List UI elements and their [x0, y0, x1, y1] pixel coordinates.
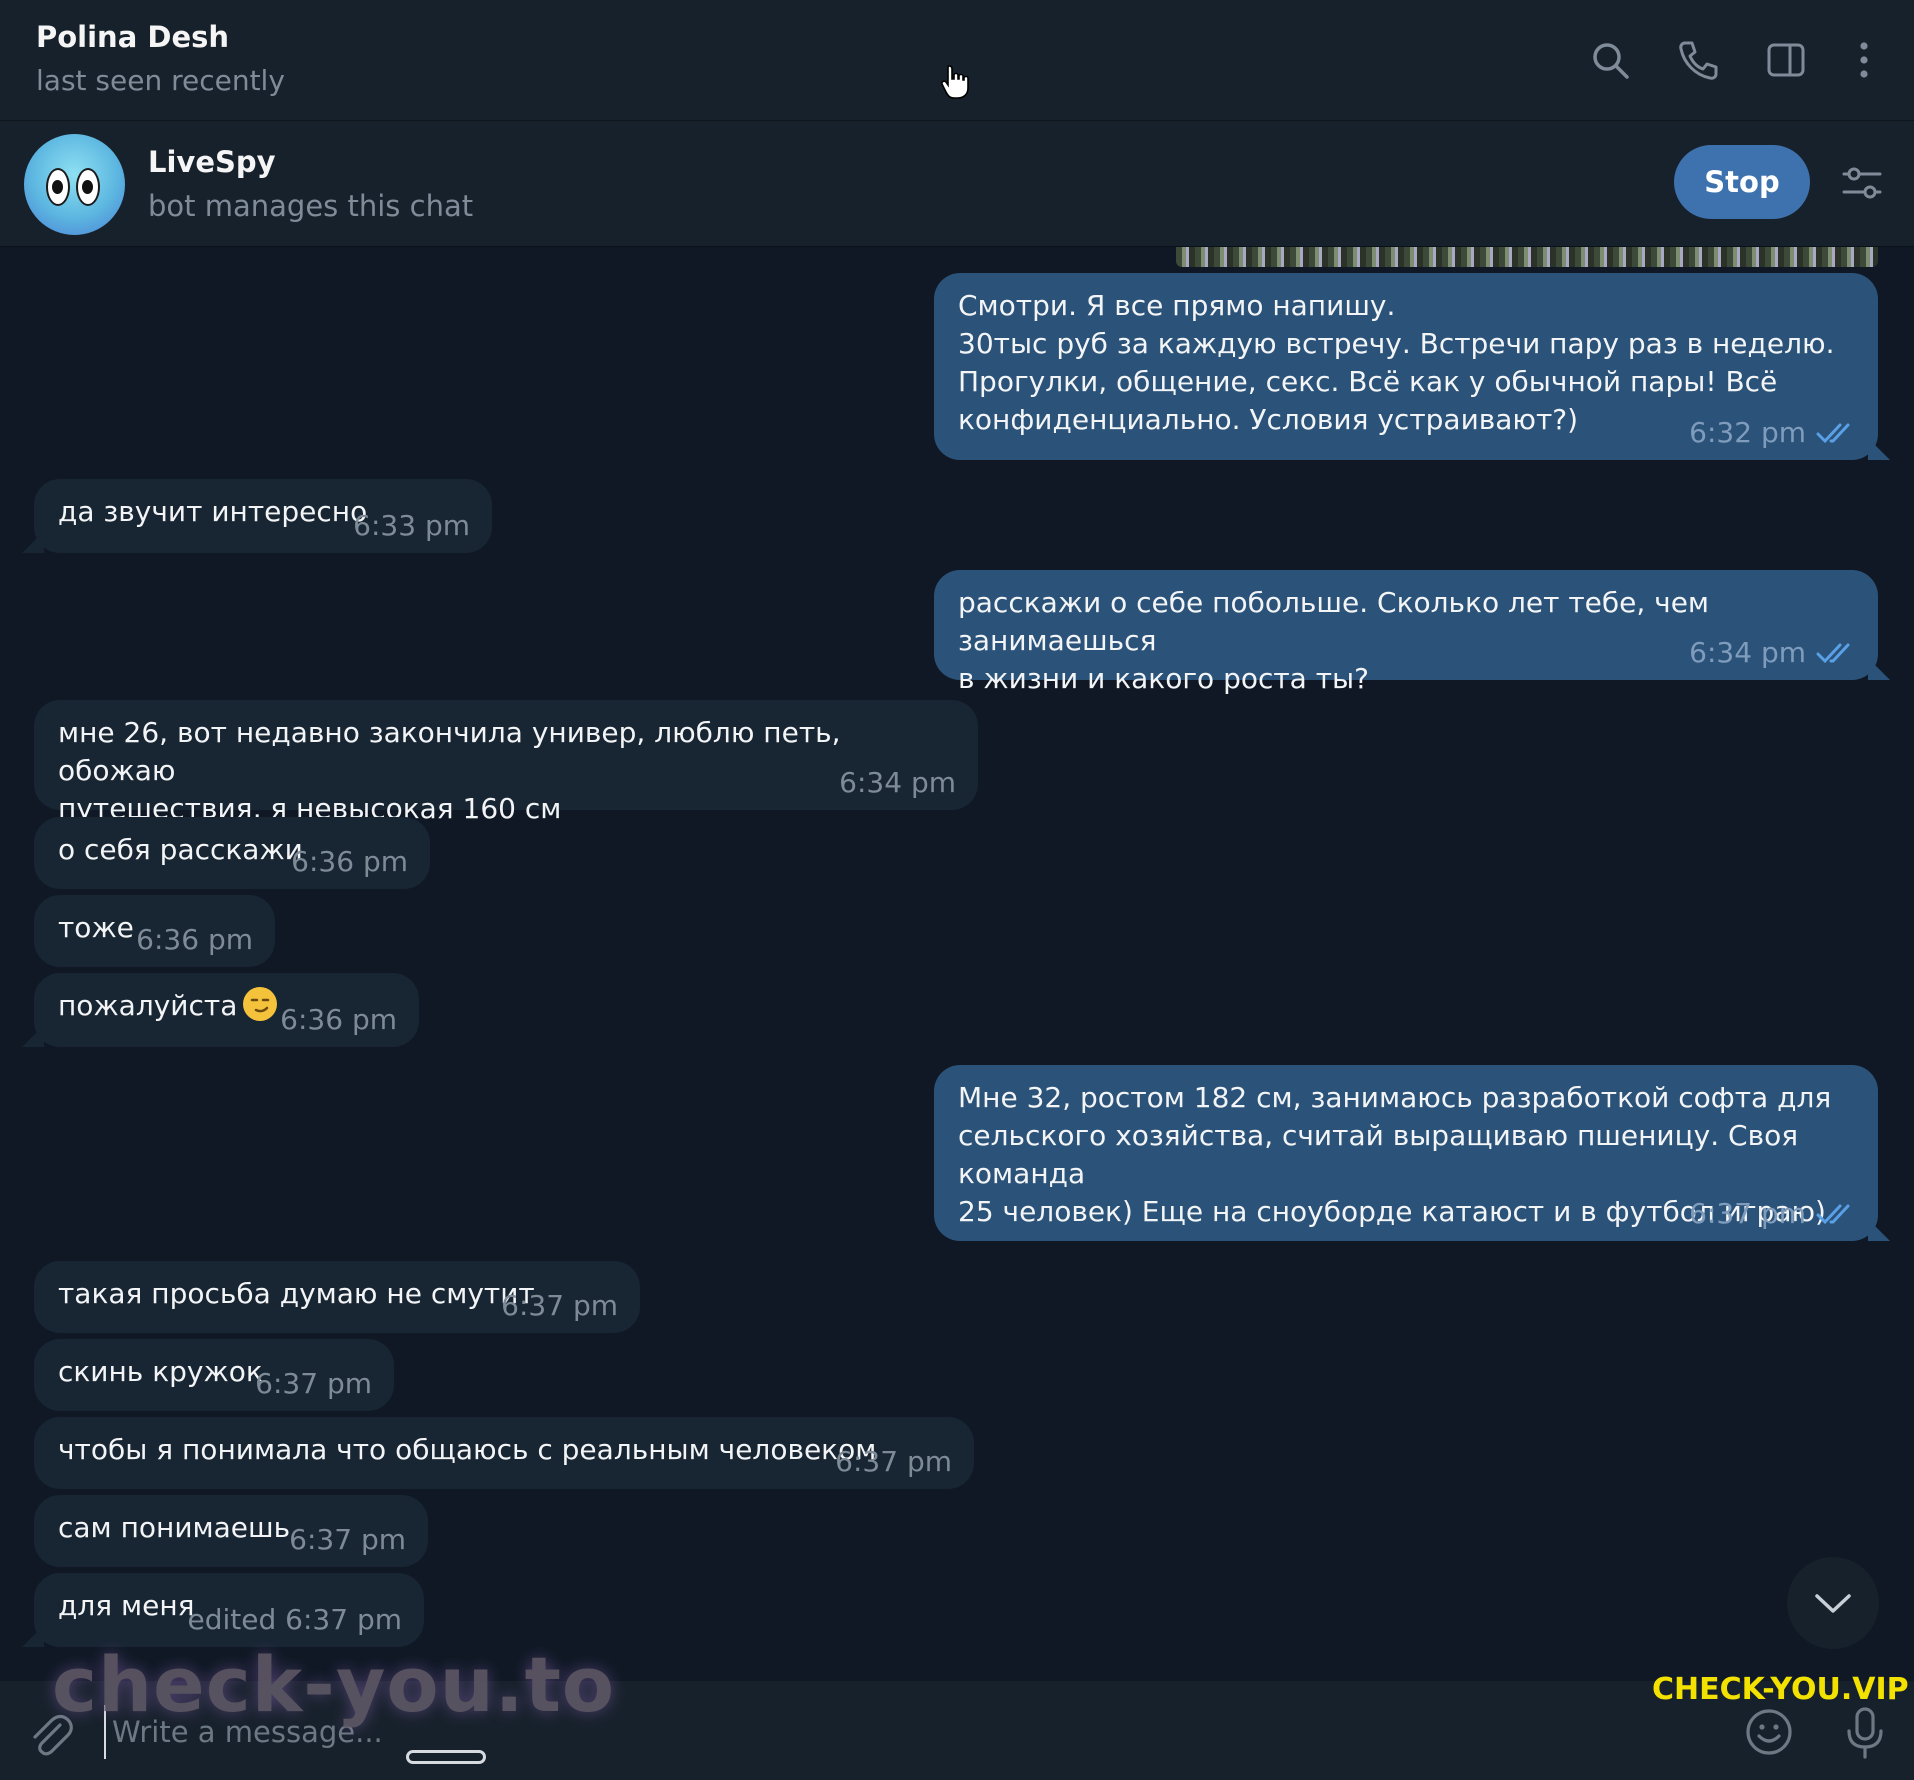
chat-header: Polina Desh last seen recently — [0, 0, 1914, 121]
message-time: edited 6:37 pm — [187, 1603, 402, 1636]
message-time: 6:33 pm — [353, 509, 470, 542]
bubble-tail — [1868, 1219, 1890, 1241]
home-indicator — [406, 1750, 486, 1764]
bubble-tail — [1868, 438, 1890, 460]
read-double-check-icon — [1816, 643, 1850, 664]
message-incoming[interactable]: такая просьба думаю не смутит 6:37 pm — [34, 1261, 640, 1333]
message-outgoing[interactable]: Смотри. Я все прямо напишу. 30тыс руб за… — [934, 273, 1890, 460]
message-text: мне 26, вот недавно закончила универ, лю… — [58, 716, 841, 825]
bot-avatar[interactable] — [24, 134, 125, 235]
message-incoming[interactable]: да звучит интересно 6:33 pm — [22, 479, 492, 553]
contact-status: last seen recently — [36, 64, 285, 97]
sidebar-toggle-icon[interactable] — [1764, 38, 1808, 82]
bubble-tail — [1868, 658, 1890, 680]
message-meta: 6:32 pm — [1689, 414, 1856, 452]
watermark-left: check-you.to — [52, 1640, 616, 1729]
stop-bot-button[interactable]: Stop — [1674, 145, 1810, 219]
message-time: 6:36 pm — [291, 845, 408, 878]
bot-subtitle: bot manages this chat — [148, 189, 474, 223]
message-incoming[interactable]: скинь кружок 6:37 pm — [34, 1339, 394, 1411]
phone-icon[interactable] — [1676, 38, 1720, 82]
sliders-icon[interactable] — [1840, 161, 1884, 205]
message-time: 6:34 pm — [1689, 636, 1806, 669]
message-incoming[interactable]: чтобы я понимала что общаюсь с реальным … — [34, 1417, 974, 1489]
bubble-tail — [22, 1625, 44, 1647]
bubble-tail — [22, 1025, 44, 1047]
microphone-icon[interactable] — [1840, 1705, 1890, 1761]
message-incoming[interactable]: пожалуйста 6:36 pm — [22, 973, 419, 1047]
message-time: 6:36 pm — [280, 1003, 397, 1036]
bot-name[interactable]: LiveSpy — [148, 145, 276, 179]
message-list[interactable]: Смотри. Я все прямо напишу. 30тыс руб за… — [0, 247, 1914, 1681]
message-outgoing[interactable]: Мне 32, ростом 182 см, занимаюсь разрабо… — [934, 1065, 1890, 1241]
message-text: пожалуйста — [58, 989, 238, 1022]
message-time: 6:37 pm — [255, 1367, 372, 1400]
message-text: чтобы я понимала что общаюсь с реальным … — [58, 1433, 877, 1466]
avatar-eye-right — [76, 168, 100, 206]
chevron-down-icon — [1815, 1594, 1851, 1613]
read-double-check-icon — [1816, 423, 1850, 444]
scroll-to-bottom-button[interactable] — [1787, 1557, 1879, 1649]
message-time: 6:37 pm — [1689, 1197, 1806, 1230]
message-time: 6:37 pm — [501, 1289, 618, 1322]
message-time: 6:32 pm — [1689, 416, 1806, 449]
message-incoming[interactable]: мне 26, вот недавно закончила универ, лю… — [34, 700, 978, 825]
more-vertical-icon[interactable] — [1842, 38, 1886, 82]
message-outgoing[interactable]: расскажи о себе побольше. Сколько лет те… — [934, 570, 1890, 695]
bubble-tail — [22, 531, 44, 553]
message-meta: 6:37 pm — [1689, 1195, 1856, 1233]
smirk-emoji-icon — [243, 987, 278, 1021]
message-incoming[interactable]: тоже 6:36 pm — [34, 895, 275, 967]
smile-icon[interactable] — [1744, 1707, 1794, 1757]
search-icon[interactable] — [1588, 38, 1632, 82]
message-meta: 6:34 pm — [1689, 634, 1856, 672]
read-double-check-icon — [1816, 1204, 1850, 1225]
avatar-eye-left — [46, 168, 70, 206]
mouse-cursor-icon — [941, 65, 969, 99]
message-time: 6:37 pm — [835, 1445, 952, 1478]
message-time: 6:37 pm — [289, 1523, 406, 1556]
photo-message-partial[interactable] — [1176, 247, 1878, 267]
message-incoming[interactable]: для меня edited 6:37 pm — [22, 1573, 424, 1647]
watermark-right: CHECK-YOU.VIP — [1652, 1672, 1909, 1707]
bot-manager-bar: LiveSpy bot manages this chat Stop — [0, 121, 1914, 247]
message-time: 6:36 pm — [136, 923, 253, 956]
contact-name[interactable]: Polina Desh — [36, 20, 229, 54]
message-time: 6:34 pm — [839, 766, 956, 799]
message-incoming[interactable]: сам понимаешь 6:37 pm — [34, 1495, 428, 1567]
message-incoming[interactable]: о себя расскажи 6:36 pm — [34, 817, 430, 889]
